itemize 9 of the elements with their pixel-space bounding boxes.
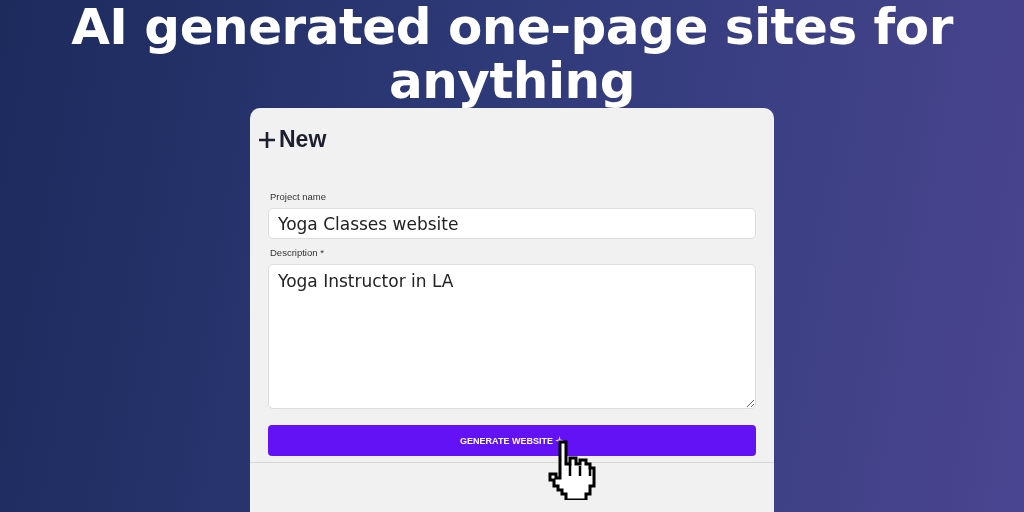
form-title: New — [279, 126, 327, 153]
plus-icon — [258, 130, 276, 149]
generate-website-button[interactable]: GENERATE WEBSITE — [268, 425, 756, 456]
project-name-field[interactable]: Yoga Classes website — [268, 208, 756, 239]
field-label: Project name — [270, 191, 327, 202]
headline-text: anything — [389, 54, 635, 108]
field-label: Description * — [270, 247, 325, 258]
description-field[interactable]: Yoga Instructor in LA — [268, 264, 756, 409]
headline-text: AI generated one-page sites for — [71, 0, 953, 54]
